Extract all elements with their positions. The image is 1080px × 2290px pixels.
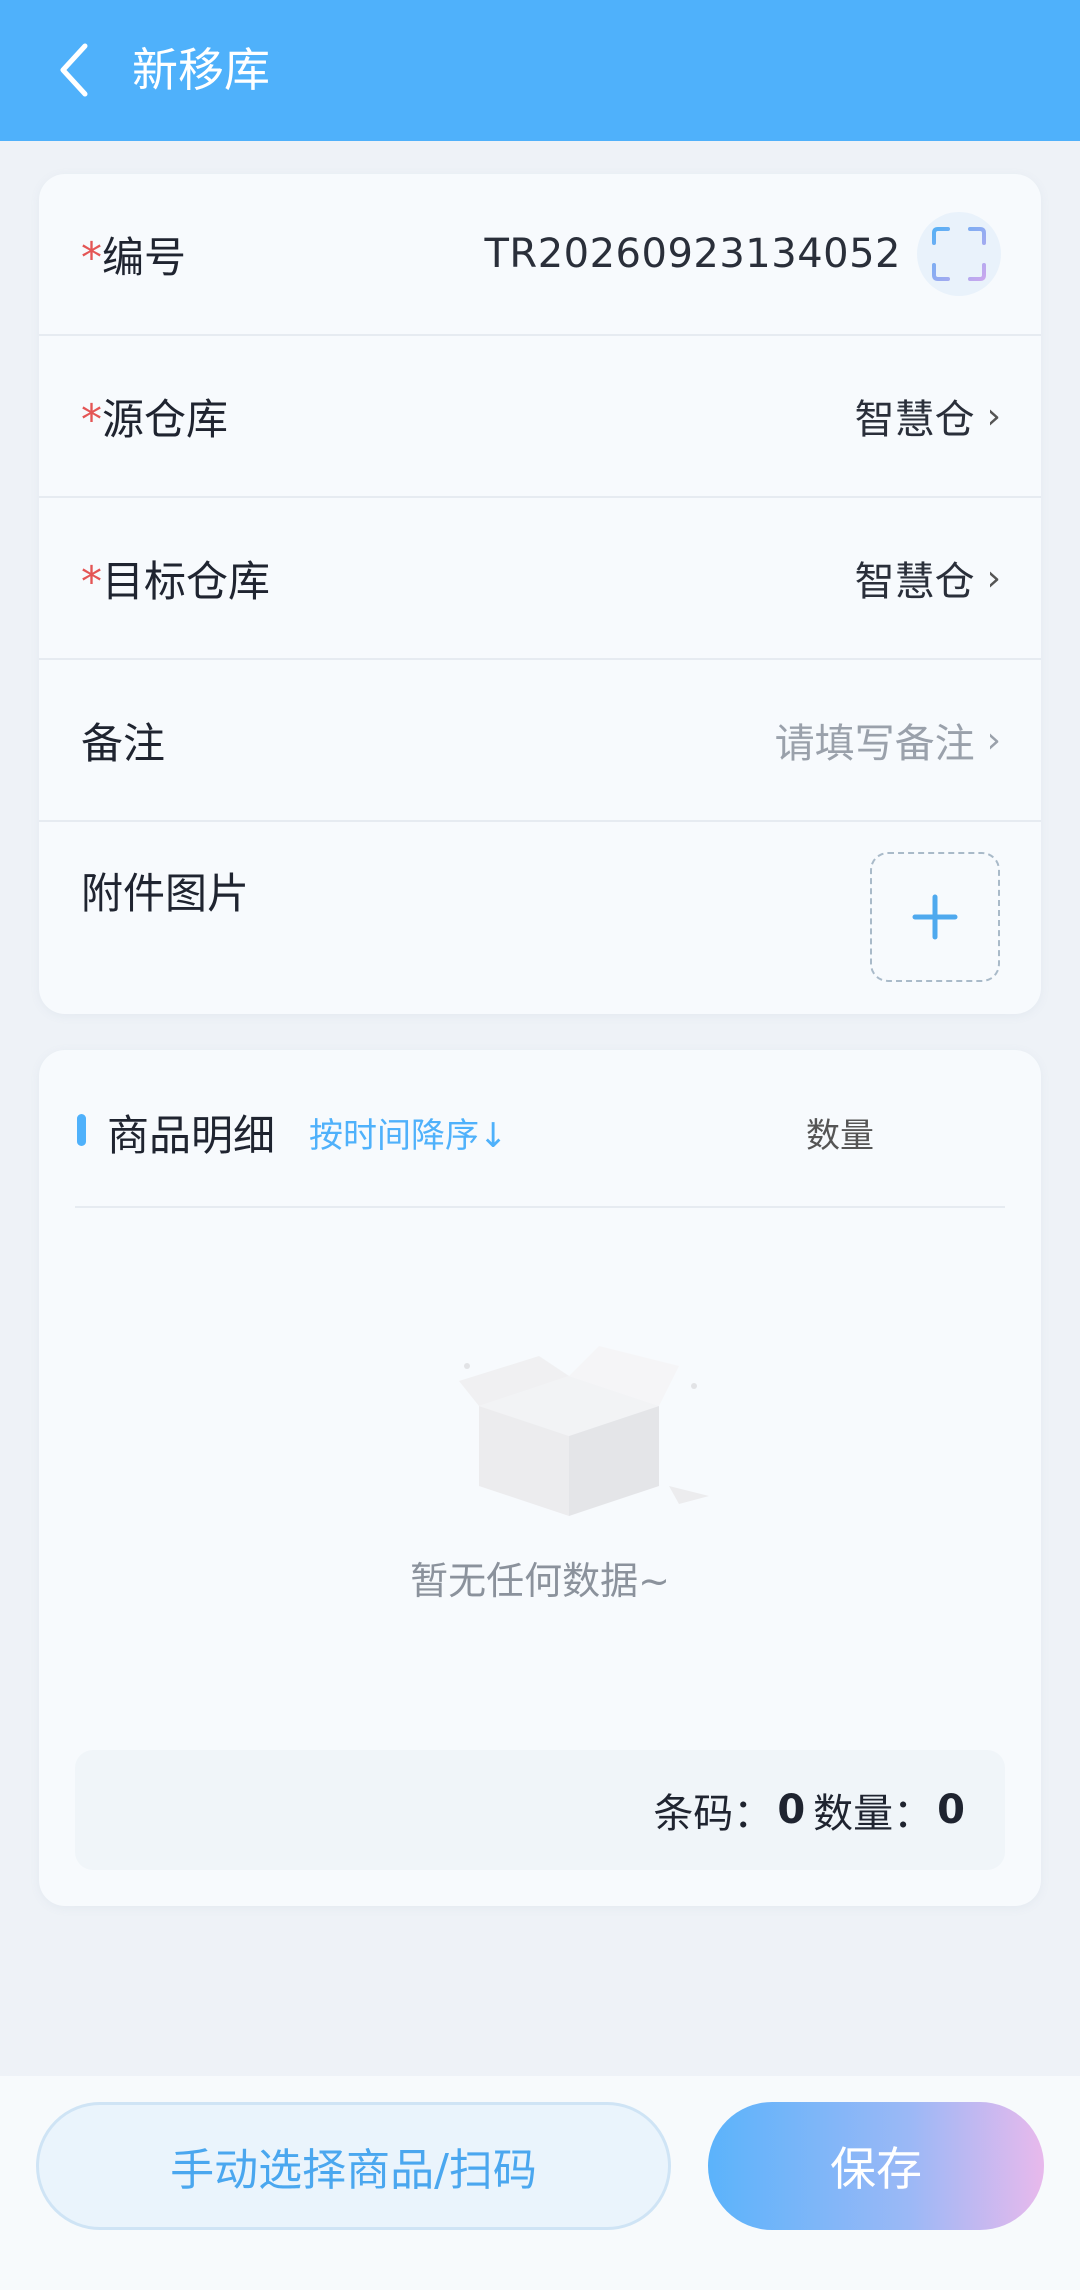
plus-icon <box>912 894 958 940</box>
source-warehouse-value: 智慧仓 › <box>854 395 1001 444</box>
attachment-label: 附件图片 <box>81 869 250 918</box>
code-value: TR20260923134052 <box>484 231 901 277</box>
summary-bar: 条码： 0 数量： 0 <box>75 1750 1005 1870</box>
chevron-left-icon <box>60 43 88 97</box>
empty-state-text: 暂无任何数据~ <box>410 1559 670 1603</box>
add-photo-button[interactable] <box>870 852 1000 982</box>
remark-field[interactable]: 请填写备注 › <box>775 711 1001 769</box>
form-card: *编号 TR20260923134052 *源仓库 智慧仓 › *目标仓库 智慧仓… <box>39 174 1041 1014</box>
quantity-column-header: 数量 <box>806 1116 874 1156</box>
bottom-action-bar: 手动选择商品/扫码 保存 <box>0 2076 1080 2290</box>
page-title: 新移库 <box>132 43 270 97</box>
scan-button[interactable] <box>917 212 1001 296</box>
chevron-right-icon: › <box>986 395 1001 437</box>
target-warehouse-row[interactable]: *目标仓库 智慧仓 › <box>39 498 1041 660</box>
quantity-count: 0 <box>937 1787 965 1833</box>
chevron-right-icon: › <box>986 719 1001 761</box>
barcode-count: 0 <box>777 1787 806 1833</box>
code-row: *编号 TR20260923134052 <box>39 174 1041 336</box>
remark-label: 备注 <box>81 718 166 768</box>
remark-row[interactable]: 备注 请填写备注 › <box>39 660 1041 822</box>
section-accent-bar <box>77 1114 86 1146</box>
sort-toggle[interactable]: 按时间降序↓ <box>309 1108 508 1157</box>
source-warehouse-row[interactable]: *源仓库 智慧仓 › <box>39 336 1041 498</box>
source-warehouse-label: *源仓库 <box>81 394 229 444</box>
empty-box-icon <box>459 1346 709 1516</box>
barcode-count-label: 条码： <box>653 1791 774 1837</box>
items-title: 商品明细 <box>107 1111 276 1160</box>
target-warehouse-label: *目标仓库 <box>81 556 271 606</box>
required-mark: * <box>81 394 102 444</box>
items-card: 商品明细 按时间降序↓ 数量 暂无任何数据~ 条码： 0 数量： 0 <box>39 1050 1041 1906</box>
back-button[interactable] <box>44 40 104 100</box>
chevron-right-icon: › <box>986 557 1001 599</box>
header-bar: 新移库 <box>0 0 1080 141</box>
scan-icon <box>930 227 988 281</box>
required-mark: * <box>81 232 102 282</box>
target-warehouse-value: 智慧仓 › <box>854 557 1001 606</box>
code-label: *编号 <box>81 232 187 282</box>
save-button[interactable]: 保存 <box>708 2102 1044 2230</box>
attachment-row: 附件图片 <box>39 822 1041 1014</box>
quantity-count-label: 数量： <box>813 1791 934 1837</box>
manual-select-button[interactable]: 手动选择商品/扫码 <box>36 2102 671 2230</box>
required-mark: * <box>81 556 102 606</box>
